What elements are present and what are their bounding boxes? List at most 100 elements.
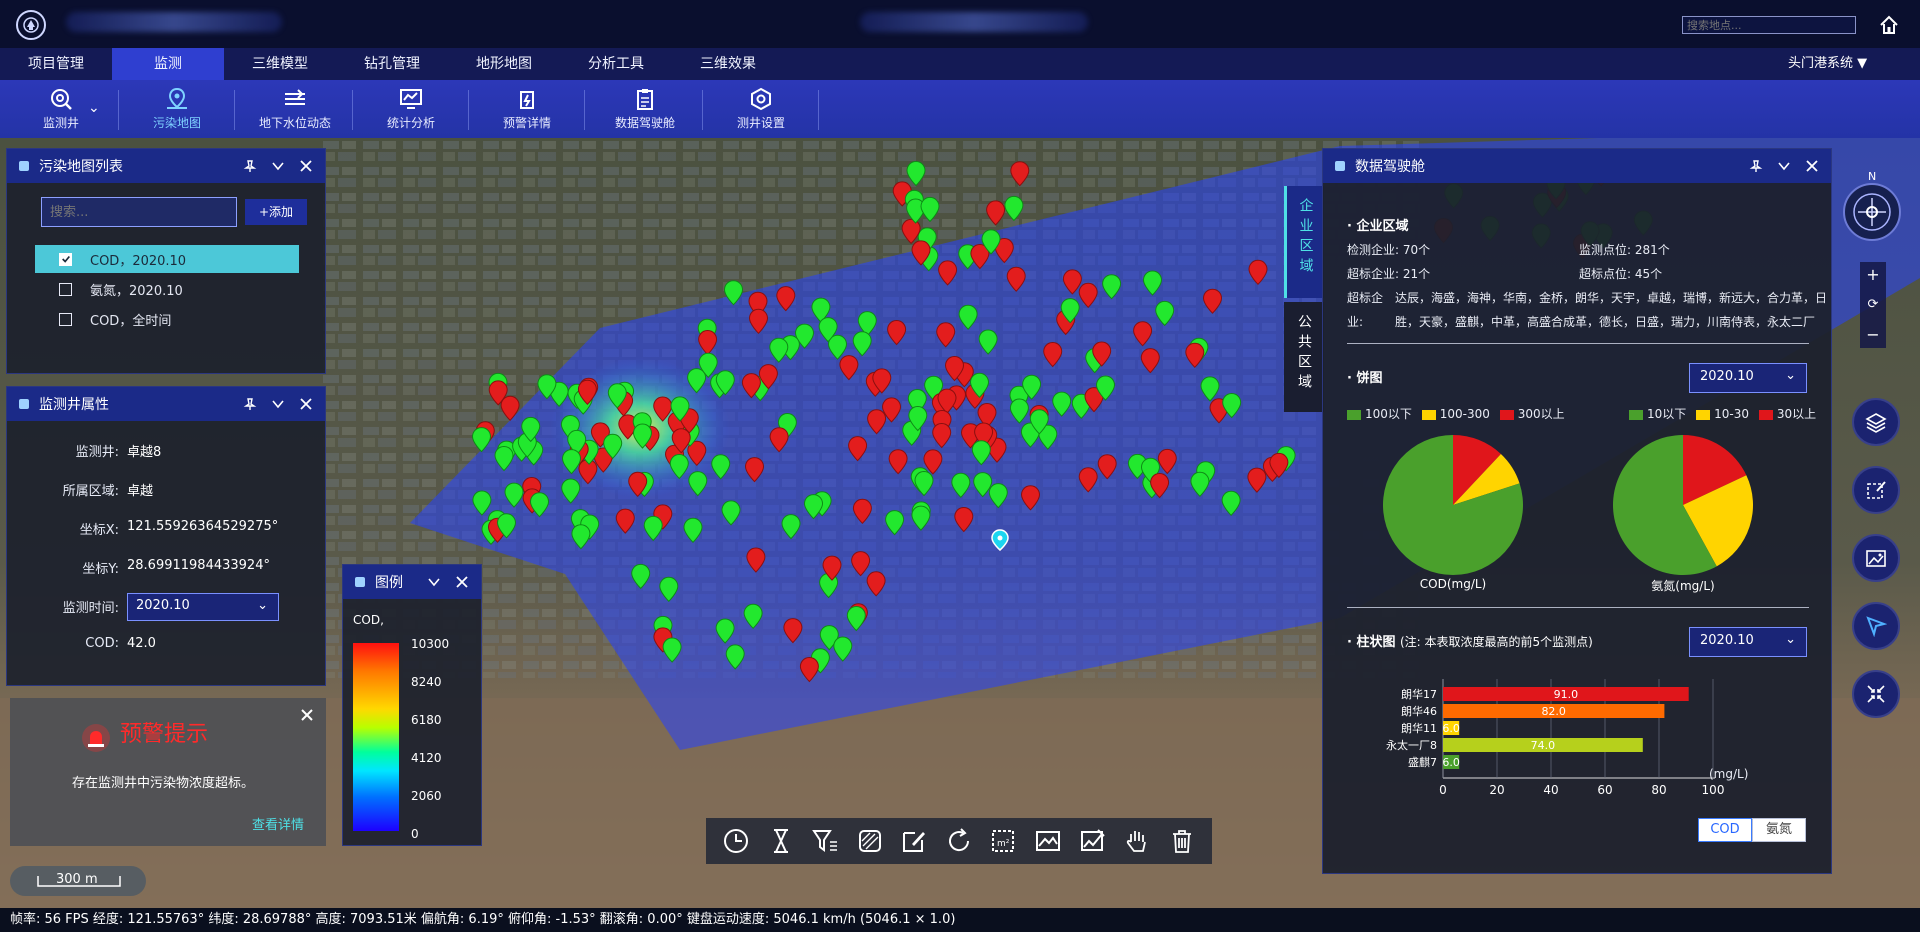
collapse-icon[interactable] [271, 159, 285, 173]
menu-bar: 项目管理 监测 三维模型 钻孔管理 地形地图 分析工具 三维效果 头门港系统 ▼ [0, 48, 1920, 80]
tool-alert-detail[interactable]: 预警详情 [472, 84, 582, 136]
cockpit-side-tabs: 企业区域 公共区域 [1284, 186, 1324, 412]
cursor-arrow-icon [1866, 616, 1887, 637]
menu-3d-effect[interactable]: 三维效果 [672, 48, 784, 80]
layers-button[interactable] [1852, 398, 1900, 446]
pin-icon[interactable] [243, 397, 257, 411]
reset-view-button[interactable]: ⟳ [1860, 292, 1886, 318]
logo-icon [16, 10, 46, 40]
toggle-ammonia-button[interactable]: 氨氮 [1752, 818, 1806, 842]
panel-header: 监测井属性 [7, 387, 325, 421]
bar-date-select[interactable]: 2020.10 ⌄ [1689, 627, 1807, 657]
divider [1347, 343, 1809, 344]
alert-title: 预警提示 [120, 722, 209, 747]
section-enterprise-title: · 企业区域 [1347, 219, 1409, 234]
over-list-label: 超标企 [1347, 291, 1384, 305]
tool-data-cockpit[interactable]: 数据驾驶舱 [590, 84, 700, 136]
system-select[interactable]: 头门港系统 ▼ [1788, 48, 1867, 80]
legend-chip [1499, 409, 1514, 420]
time-select[interactable]: 2020.10 ⌄ [127, 593, 279, 621]
prop-area: 所属区域: 卓越 [62, 484, 154, 499]
menu-project[interactable]: 项目管理 [0, 48, 112, 80]
close-icon[interactable] [299, 397, 313, 411]
close-icon[interactable] [1805, 159, 1819, 173]
tool-pollution-map[interactable]: 污染地图 [122, 84, 232, 136]
filter-icon[interactable] [810, 826, 840, 856]
prop-coord-y: 坐标Y: 28.69911984433924° [82, 558, 270, 577]
separator [584, 90, 585, 130]
collapse-icon[interactable] [271, 397, 285, 411]
clipboard-icon [637, 89, 653, 110]
close-icon[interactable] [299, 159, 313, 173]
refresh-icon[interactable] [944, 826, 974, 856]
tool-label: 监测井 [42, 116, 79, 130]
list-item[interactable]: COD，2020.10 [35, 245, 299, 273]
home-icon[interactable] [1878, 14, 1900, 36]
pin-icon[interactable] [243, 159, 257, 173]
collapse-all-button[interactable] [1852, 670, 1900, 718]
zoom-out-button[interactable]: − [1860, 322, 1886, 348]
menu-monitor[interactable]: 监测 [112, 48, 224, 80]
legend-tick: 4120 [411, 751, 442, 765]
draw-button[interactable] [1852, 466, 1900, 514]
tool-statistics[interactable]: 统计分析 [356, 84, 466, 136]
tab-public[interactable]: 公共区域 [1284, 302, 1324, 412]
checkbox-checked[interactable] [59, 252, 72, 266]
pin-icon[interactable] [1749, 159, 1763, 173]
legend-chip [1758, 409, 1773, 420]
system-name: 头门港系统 [1788, 56, 1854, 71]
menu-terrain[interactable]: 地形地图 [448, 48, 560, 80]
legend-label: 100以下 [1365, 407, 1412, 421]
menu-analysis[interactable]: 分析工具 [560, 48, 672, 80]
bar-category-label: 朗华17 [1401, 687, 1437, 701]
menu-borehole[interactable]: 钻孔管理 [336, 48, 448, 80]
ammonia-pie-chart[interactable] [1609, 431, 1757, 579]
list-search-input[interactable] [41, 197, 237, 227]
tab-enterprise[interactable]: 企业区域 [1284, 186, 1324, 298]
image-edit-icon[interactable] [1078, 826, 1108, 856]
tool-water-level[interactable]: 地下水位动态 [240, 84, 350, 136]
clock-icon[interactable] [721, 826, 751, 856]
over-points: 超标点位: 45个 [1579, 267, 1663, 281]
menu-3d-model[interactable]: 三维模型 [224, 48, 336, 80]
pollution-map-list-panel: 污染地图列表 +添加 COD，2020.10 氨氮，2020.10 COD，全时… [6, 148, 326, 374]
toggle-cod-button[interactable]: COD [1698, 818, 1752, 842]
tool-label: 预警详情 [502, 116, 551, 130]
cod-pie-chart[interactable] [1379, 431, 1527, 579]
select-button[interactable] [1852, 602, 1900, 650]
chevron-down-icon[interactable]: ⌄ [88, 100, 100, 116]
zoom-in-button[interactable]: + [1860, 262, 1886, 288]
pan-hand-icon[interactable] [1122, 826, 1152, 856]
legend-label: 10以下 [1647, 407, 1687, 421]
collapse-icon[interactable] [427, 575, 441, 589]
list-item[interactable]: COD，全时间 [35, 305, 299, 333]
layers-icon [19, 161, 29, 171]
checkbox[interactable] [59, 312, 72, 326]
bar-value-label: 6.0 [1442, 722, 1460, 735]
location-search-input[interactable] [1682, 16, 1856, 34]
map-tools-bar: m² [706, 818, 1212, 864]
separator [468, 90, 469, 130]
compass-icon[interactable]: N [1836, 170, 1908, 242]
add-button[interactable]: +添加 [245, 199, 307, 225]
collapse-icon[interactable] [1777, 159, 1791, 173]
trash-icon[interactable] [1167, 826, 1197, 856]
hourglass-icon[interactable] [766, 826, 796, 856]
tool-well-settings[interactable]: 测井设置 [706, 84, 816, 136]
top5-bar-chart[interactable]: 0 20 40 60 80 100 朗华17 91.0 朗华46 82.0 朗华11 6.0 永太一厂8… [1343, 679, 1783, 809]
terrain-icon[interactable] [1033, 826, 1063, 856]
checkbox[interactable] [59, 282, 72, 296]
measure-area-icon[interactable]: m² [988, 826, 1018, 856]
bar-category-label: 朗华46 [1401, 704, 1437, 718]
list-item[interactable]: 氨氮，2020.10 [35, 275, 299, 303]
close-icon[interactable] [455, 575, 469, 589]
view-details-link[interactable]: 查看详情 [252, 814, 304, 833]
edit-icon[interactable] [899, 826, 929, 856]
legend-label: 100-300 [1439, 407, 1490, 421]
tab-label: 企业区域 [1297, 198, 1314, 278]
pie-date-select[interactable]: 2020.10 ⌄ [1689, 363, 1807, 393]
hatch-layer-icon[interactable] [855, 826, 885, 856]
separator [818, 90, 819, 130]
image-button[interactable] [1852, 534, 1900, 582]
close-icon[interactable] [300, 708, 314, 722]
